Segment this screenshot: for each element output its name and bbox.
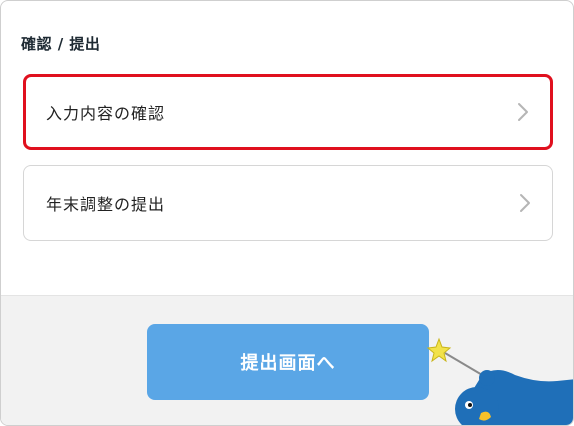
menu-item-submit-year-end[interactable]: 年末調整の提出 — [23, 165, 553, 241]
menu-item-label: 入力内容の確認 — [46, 104, 166, 123]
chevron-right-icon — [520, 194, 530, 212]
go-to-submit-button[interactable]: 提出画面へ — [147, 324, 429, 400]
menu-item-confirm-input[interactable]: 入力内容の確認 — [23, 74, 553, 150]
bird-mascot-icon — [427, 337, 573, 425]
screen-frame: 確認 / 提出 入力内容の確認 年末調整の提出 提出画面へ — [0, 0, 574, 426]
section-title: 確認 / 提出 — [21, 35, 101, 53]
chevron-right-icon — [518, 103, 528, 121]
menu-item-label: 年末調整の提出 — [46, 195, 166, 214]
